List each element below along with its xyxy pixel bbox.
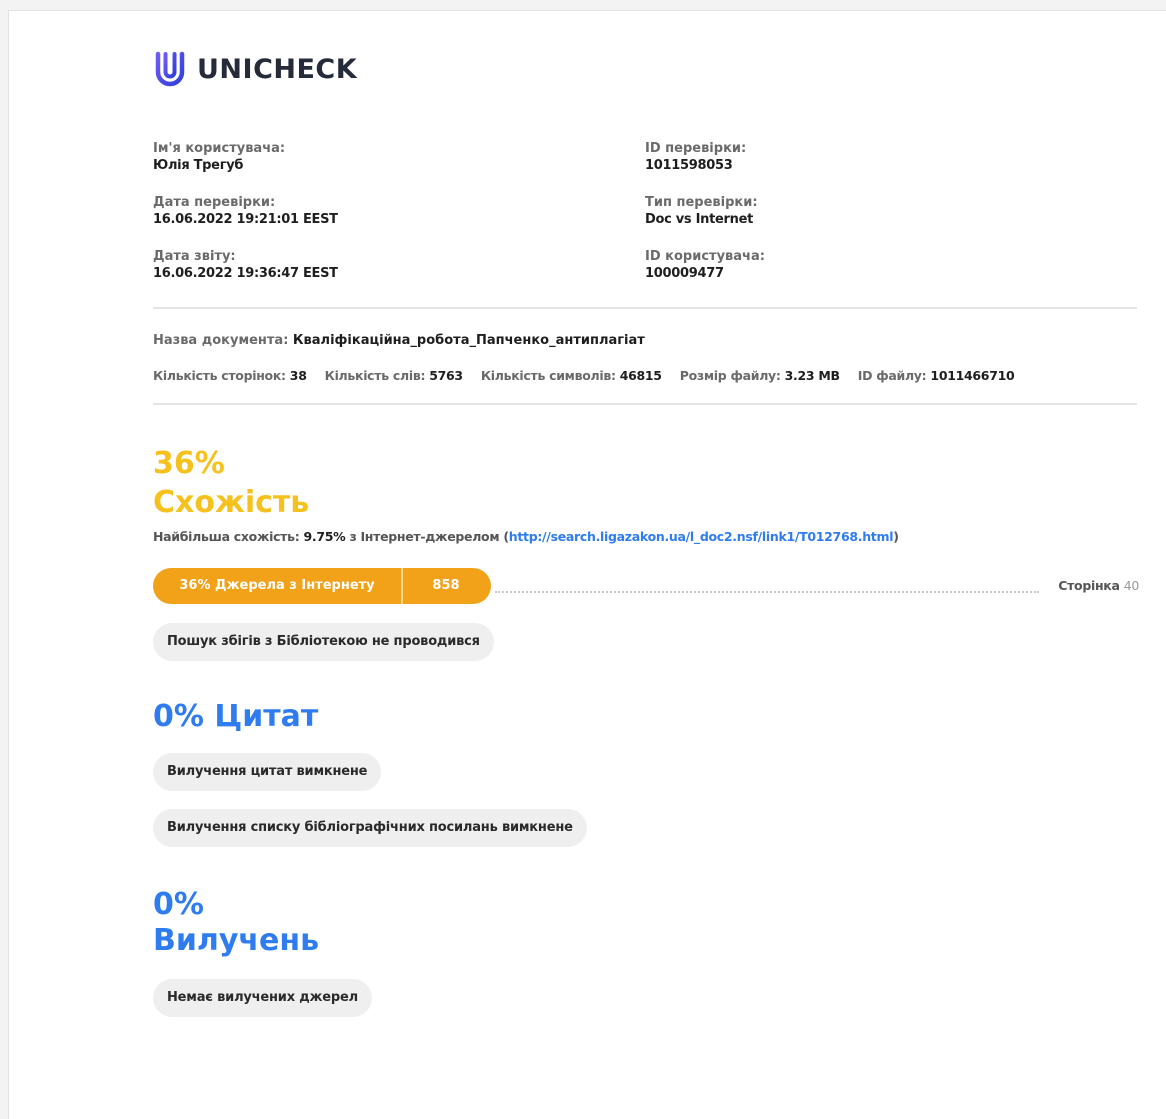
meta-value: 1011598053 xyxy=(645,158,733,173)
page-reference: Сторінка 40 xyxy=(1058,578,1139,593)
document-name-label: Назва документа: xyxy=(153,333,289,348)
quotes-exclusion-chip: Вилучення цитат вимкнене xyxy=(153,753,382,791)
similarity-bar-row: 36% Джерела з Інтернету 858 Сторінка 40 xyxy=(153,568,1139,604)
no-exclusions-chip: Немає вилучених джерел xyxy=(153,979,372,1017)
unicheck-logo: UNICHECK xyxy=(153,49,357,89)
internet-sources-pill[interactable]: 36% Джерела з Інтернету 858 xyxy=(153,568,491,604)
meta-check-type: Тип перевірки: Doc vs Internet xyxy=(645,195,1065,249)
exclusions-title: Вилучень xyxy=(153,923,320,958)
document-stats: Кількість сторінок: 38 Кількість слів: 5… xyxy=(153,368,1015,383)
words-label: Кількість слів: xyxy=(324,368,426,383)
meta-user-name: Ім'я користувача: Юлія Трегуб xyxy=(153,141,573,195)
pages-label: Кількість сторінок: xyxy=(153,368,286,383)
meta-value: 16.06.2022 19:21:01 EEST xyxy=(153,212,338,227)
document-name-value: Кваліфікаційна_робота_Папченко_антиплагі… xyxy=(292,333,645,348)
pages-value: 38 xyxy=(289,368,307,383)
top-match-link[interactable]: http://search.ligazakon.ua/l_doc2.nsf/li… xyxy=(509,529,894,544)
similarity-percent: 36% xyxy=(153,446,225,481)
size-label: Розмір файлу: xyxy=(679,368,781,383)
document-name: Назва документа: Кваліфікаційна_робота_П… xyxy=(153,333,645,348)
meta-label: Ім'я користувача: xyxy=(153,141,286,156)
report-page: UNICHECK Ім'я користувача: Юлія Трегуб Д… xyxy=(8,10,1166,1119)
library-note-chip: Пошук збігів з Бібліотекою не проводився xyxy=(153,623,494,661)
internet-sources-label: 36% Джерела з Інтернету xyxy=(153,568,403,604)
dotted-leader xyxy=(495,591,1039,593)
divider xyxy=(153,403,1137,405)
meta-label: Тип перевірки: xyxy=(645,195,758,210)
meta-left-column: Ім'я користувача: Юлія Трегуб Дата перев… xyxy=(153,141,573,303)
meta-check-date: Дата перевірки: 16.06.2022 19:21:01 EEST xyxy=(153,195,573,249)
file-id-value: 1011466710 xyxy=(930,368,1015,383)
meta-value: 16.06.2022 19:36:47 EEST xyxy=(153,266,338,281)
meta-value: Юлія Трегуб xyxy=(153,158,244,173)
top-match-source: з Інтернет-джерелом xyxy=(349,529,500,544)
meta-user-id: ID користувача: 100009477 xyxy=(645,249,1065,303)
page-number: 40 xyxy=(1123,578,1140,593)
meta-check-id: ID перевірки: 1011598053 xyxy=(645,141,1065,195)
top-match-line: Найбільша схожість: 9.75% з Інтернет-дже… xyxy=(153,529,899,544)
paperclip-u-icon xyxy=(155,51,185,87)
meta-value: Doc vs Internet xyxy=(645,212,754,227)
size-value: 3.23 MB xyxy=(784,368,840,383)
brand-name: UNICHECK xyxy=(197,53,358,85)
meta-label: ID користувача: xyxy=(645,249,765,264)
file-id-label: ID файлу: xyxy=(857,368,927,383)
words-value: 5763 xyxy=(429,368,463,383)
quotes-title: 0% Цитат xyxy=(153,699,319,734)
exclusions-percent: 0% xyxy=(153,887,204,922)
close-paren: ) xyxy=(893,529,899,544)
meta-label: ID перевірки: xyxy=(645,141,747,156)
chars-label: Кількість символів: xyxy=(480,368,616,383)
bibliography-exclusion-chip: Вилучення списку бібліографічних посилан… xyxy=(153,809,587,847)
top-match-label: Найбільша схожість: xyxy=(153,529,300,544)
meta-report-date: Дата звіту: 16.06.2022 19:36:47 EEST xyxy=(153,249,573,303)
meta-value: 100009477 xyxy=(645,266,724,281)
meta-right-column: ID перевірки: 1011598053 Тип перевірки: … xyxy=(645,141,1065,303)
top-match-value: 9.75% xyxy=(303,529,346,544)
similarity-title: Схожість xyxy=(153,485,310,520)
chars-value: 46815 xyxy=(619,368,662,383)
internet-sources-count: 858 xyxy=(432,578,460,593)
meta-label: Дата перевірки: xyxy=(153,195,276,210)
divider xyxy=(153,307,1137,309)
page-label: Сторінка xyxy=(1058,578,1120,593)
meta-label: Дата звіту: xyxy=(153,249,236,264)
